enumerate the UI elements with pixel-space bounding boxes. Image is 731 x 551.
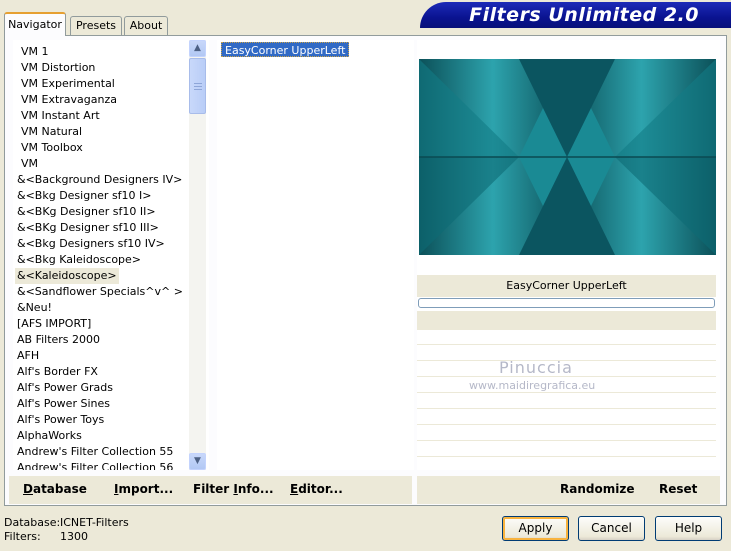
- navigator-panel: VM 1 VM Distortion VM Experimental VM Extra…: [4, 35, 727, 506]
- category-item[interactable]: &<BKg Designer sf10 III>: [15, 220, 161, 236]
- category-item[interactable]: &<Bkg Kaleidoscope>: [15, 252, 143, 268]
- app-title: Filters Unlimited 2.0: [469, 4, 699, 26]
- scroll-up-icon[interactable]: ▲: [189, 40, 206, 57]
- category-item[interactable]: Andrew's Filter Collection 56: [15, 460, 175, 470]
- navigator-toolbar: Database Import... Filter Info... Editor…: [9, 476, 412, 504]
- filters-count-label: Filters:: [4, 530, 41, 543]
- category-item[interactable]: VM Extravaganza: [19, 92, 119, 108]
- category-item[interactable]: VM Experimental: [19, 76, 117, 92]
- app-title-banner: Filters Unlimited 2.0: [420, 2, 731, 28]
- database-button[interactable]: Database: [23, 482, 87, 496]
- parameter-rows: [417, 330, 716, 470]
- database-label: Database:: [4, 516, 61, 529]
- selected-filter-label: EasyCorner UpperLeft: [417, 275, 716, 297]
- category-item[interactable]: AlphaWorks: [15, 428, 84, 444]
- progress-bar: [418, 298, 715, 308]
- category-item[interactable]: VM Instant Art: [19, 108, 102, 124]
- watermark-url: www.maidiregrafica.eu: [469, 379, 596, 392]
- category-list[interactable]: VM 1 VM Distortion VM Experimental VM Extra…: [13, 40, 209, 470]
- scroll-down-icon[interactable]: ▼: [189, 453, 206, 470]
- category-scrollbar[interactable]: ▲ ▼: [189, 40, 206, 470]
- category-item[interactable]: &<Bkg Designer sf10 I>: [15, 188, 154, 204]
- category-item[interactable]: AFH: [15, 348, 41, 364]
- category-item[interactable]: Alf's Power Grads: [15, 380, 115, 396]
- category-item[interactable]: AB Filters 2000: [15, 332, 102, 348]
- watermark-name: Pinuccia: [499, 358, 573, 377]
- category-item[interactable]: VM: [19, 156, 40, 172]
- filter-info-button[interactable]: Filter Info...: [193, 482, 274, 496]
- filters-count-value: 1300: [60, 530, 88, 543]
- apply-button[interactable]: Apply: [502, 516, 569, 541]
- category-item[interactable]: &<Kaleidoscope>: [15, 268, 119, 284]
- category-item[interactable]: &<Sandflower Specials^v^ >: [15, 284, 185, 300]
- category-item[interactable]: VM Distortion: [19, 60, 97, 76]
- category-item[interactable]: &<BKg Designer sf10 II>: [15, 204, 158, 220]
- scroll-thumb[interactable]: [189, 58, 206, 114]
- database-value: ICNET-Filters: [60, 516, 129, 529]
- category-item[interactable]: Alf's Power Sines: [15, 396, 112, 412]
- category-item[interactable]: VM Natural: [19, 124, 84, 140]
- grip-icon: [194, 83, 202, 90]
- parameter-header: [417, 311, 716, 330]
- category-item[interactable]: Alf's Power Toys: [15, 412, 106, 428]
- category-item[interactable]: &<Background Designers IV>: [15, 172, 184, 188]
- randomize-button[interactable]: Randomize: [560, 482, 634, 496]
- preview-column: EasyCorner UpperLeft Pinuccia www.maidir…: [417, 40, 720, 470]
- tab-about[interactable]: About: [124, 16, 168, 36]
- preview-toolbar: Randomize Reset: [417, 476, 720, 504]
- cancel-button[interactable]: Cancel: [578, 516, 645, 541]
- help-button[interactable]: Help: [655, 516, 722, 541]
- filter-list[interactable]: EasyCorner UpperLeft: [217, 40, 414, 470]
- filter-item[interactable]: EasyCorner UpperLeft: [221, 42, 350, 57]
- category-item[interactable]: Andrew's Filter Collection 55: [15, 444, 175, 460]
- category-item[interactable]: Alf's Border FX: [15, 364, 100, 380]
- tab-navigator[interactable]: Navigator: [4, 12, 66, 36]
- category-item[interactable]: [AFS IMPORT]: [15, 316, 93, 332]
- category-item[interactable]: &Neu!: [15, 300, 54, 316]
- import-button[interactable]: Import...: [114, 482, 173, 496]
- reset-button[interactable]: Reset: [659, 482, 697, 496]
- preview-image: [419, 59, 716, 255]
- editor-button[interactable]: Editor...: [290, 482, 343, 496]
- category-item[interactable]: VM 1: [19, 44, 51, 60]
- category-item[interactable]: &<Bkg Designers sf10 IV>: [15, 236, 167, 252]
- category-item[interactable]: VM Toolbox: [19, 140, 85, 156]
- tab-presets[interactable]: Presets: [70, 16, 122, 36]
